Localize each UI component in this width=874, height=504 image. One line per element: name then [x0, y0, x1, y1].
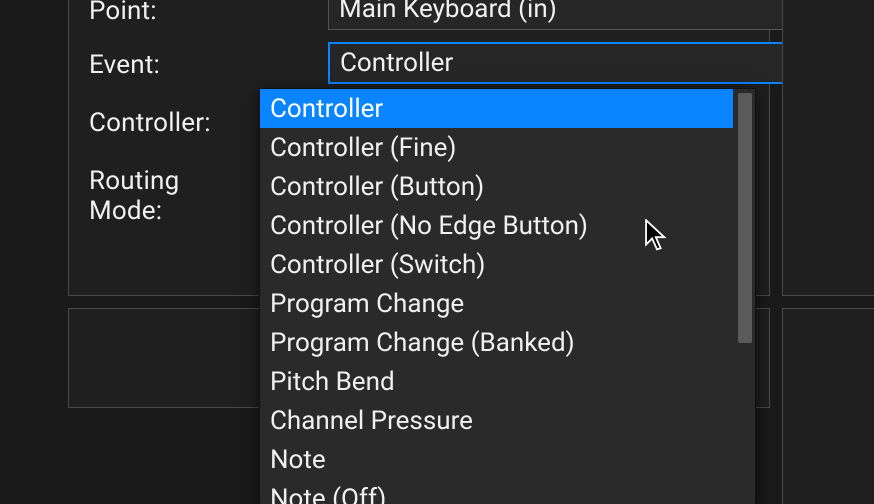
dropdown-option[interactable]: Controller (Fine) [260, 128, 733, 167]
dropdown-option[interactable]: Controller [260, 89, 733, 128]
event-label: Event: [89, 50, 259, 80]
controller-label: Controller: [89, 108, 259, 138]
event-dropdown[interactable]: ControllerController (Fine)Controller (B… [259, 88, 756, 504]
dropdown-option[interactable]: Program Change [260, 284, 733, 323]
dropdown-option[interactable]: Note [260, 440, 733, 479]
dropdown-option[interactable]: Controller (Button) [260, 167, 733, 206]
dropdown-option[interactable]: Pitch Bend [260, 362, 733, 401]
event-select-value: Controller [340, 48, 453, 78]
dropdown-option[interactable]: Channel Pressure [260, 401, 733, 440]
point-label: Point: [89, 0, 259, 26]
dropdown-option[interactable]: Program Change (Banked) [260, 323, 733, 362]
lower-side-panel [782, 308, 874, 504]
routing-mode-label: Routing Mode: [89, 166, 259, 226]
scrollbar-thumb[interactable] [738, 93, 752, 343]
point-select[interactable]: Main Keyboard (in) [328, 0, 823, 30]
point-select-value: Main Keyboard (in) [339, 0, 557, 24]
dropdown-option[interactable]: Controller (No Edge Button) [260, 206, 733, 245]
side-panel [782, 0, 874, 296]
dropdown-scrollbar[interactable] [733, 89, 755, 504]
dropdown-option[interactable]: Controller (Switch) [260, 245, 733, 284]
dropdown-option[interactable]: Note (Off) [260, 479, 733, 504]
event-select[interactable]: Controller [328, 42, 823, 84]
